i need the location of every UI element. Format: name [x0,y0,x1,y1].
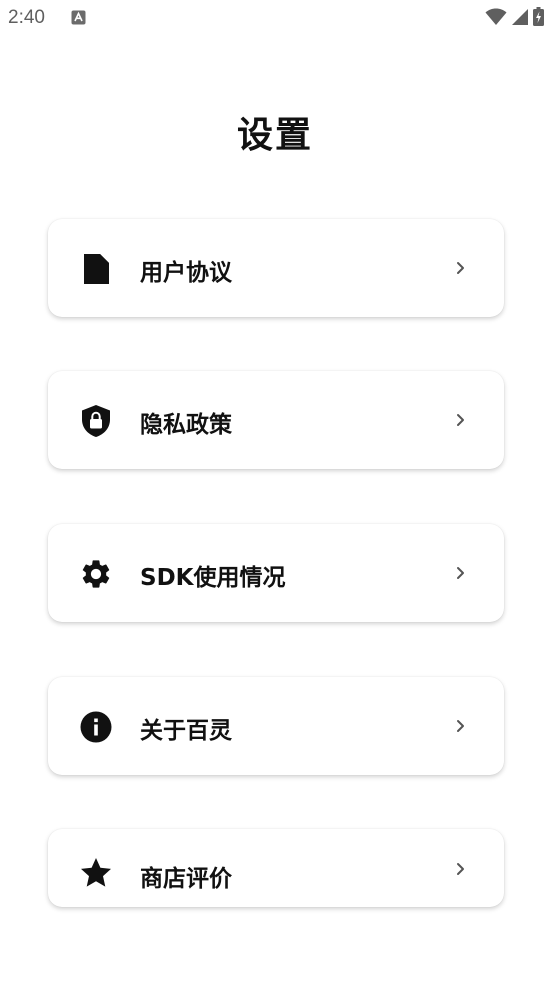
settings-item-about[interactable]: 关于百灵 [48,677,504,775]
cell-signal-icon [511,8,529,30]
chevron-right-icon [454,861,468,877]
settings-item-label: 商店评价 [140,866,232,892]
status-time: 2:40 [8,7,45,28]
battery-charging-icon [533,7,544,30]
chevron-right-icon [454,565,468,581]
settings-item-sdk-usage[interactable]: SDK使用情况 [48,524,504,622]
settings-item-store-rating[interactable]: 商店评价 [48,829,504,907]
page-title: 设置 [236,115,313,156]
chevron-right-icon [454,718,468,734]
status-bar: 2:40 [0,0,550,38]
settings-item-label: 用户协议 [140,260,232,286]
settings-item-label: 关于百灵 [140,718,232,744]
settings-item-label: SDK使用情况 [140,565,286,591]
status-icons [485,7,544,30]
star-icon [79,856,113,890]
chevron-right-icon [454,412,468,428]
wifi-icon [485,8,507,30]
settings-item-user-agreement[interactable]: 用户协议 [48,219,504,317]
info-icon [79,710,113,744]
document-icon [79,252,113,286]
shield-lock-icon [79,404,113,438]
settings-item-privacy-policy[interactable]: 隐私政策 [48,371,504,469]
gear-icon [79,557,113,591]
settings-item-label: 隐私政策 [140,412,232,438]
font-a-icon [71,10,86,25]
chevron-right-icon [454,260,468,276]
